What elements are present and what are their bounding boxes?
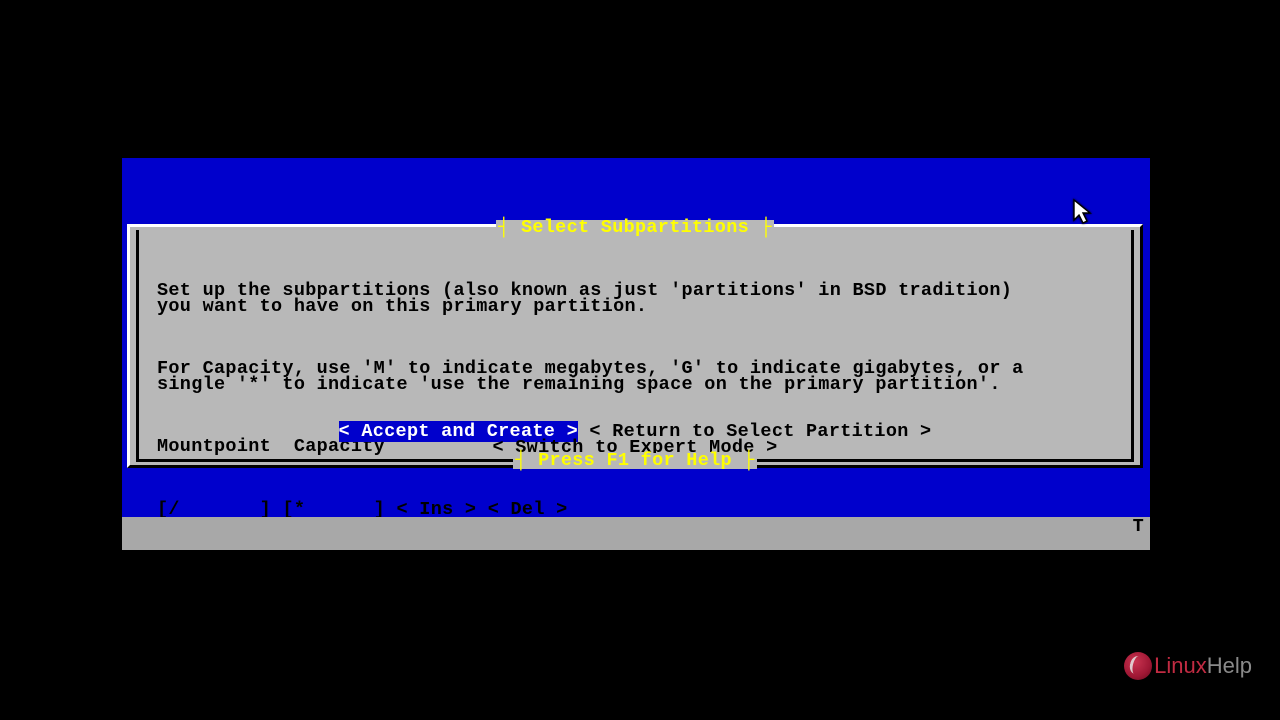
logo-part-1: Linux <box>1154 653 1207 678</box>
spacer <box>157 623 408 644</box>
bracket: [ <box>157 561 168 582</box>
dialog-select-subpartitions: ┤ Select Subpartitions ├ Set up the subp… <box>127 224 1143 468</box>
bracket: ] <box>374 561 397 582</box>
linuxhelp-icon <box>1124 652 1152 680</box>
dialog-title: ┤ Select Subpartitions ├ <box>496 220 774 236</box>
status-corner-char: T <box>1133 516 1144 537</box>
mountpoint-input-swap[interactable]: swap <box>168 561 259 582</box>
bracket: ] <box>260 561 283 582</box>
logo-part-2: Help <box>1207 653 1252 678</box>
status-bar: T <box>122 517 1150 550</box>
add-row: < Add > <box>157 626 1113 642</box>
dialog-border: ┤ Select Subpartitions ├ Set up the subp… <box>136 230 1134 462</box>
description-1: Set up the subpartitions (also known as … <box>157 283 1113 314</box>
console-window: ┤ Select Subpartitions ├ Set up the subp… <box>122 158 1150 550</box>
watermark-text: LinuxHelp <box>1154 653 1252 679</box>
add-button[interactable]: < Add > <box>408 623 488 644</box>
ins-button[interactable]: < Ins > <box>396 561 476 582</box>
watermark-logo: LinuxHelp <box>1124 652 1252 680</box>
mouse-cursor-icon <box>1070 198 1094 226</box>
partition-row-swap: [swap ] [2048M ] < Ins > < Del > <box>157 564 1113 580</box>
del-button[interactable]: < Del > <box>476 561 567 582</box>
description-2: For Capacity, use 'M' to indicate megaby… <box>157 361 1113 392</box>
capacity-input-swap[interactable]: 2048M <box>294 561 374 582</box>
help-hint: ┤ Press F1 for Help ├ <box>513 453 756 469</box>
partition-row-root: [/ ] [* ] < Ins > < Del > <box>157 502 1113 518</box>
bracket: [ <box>282 561 293 582</box>
